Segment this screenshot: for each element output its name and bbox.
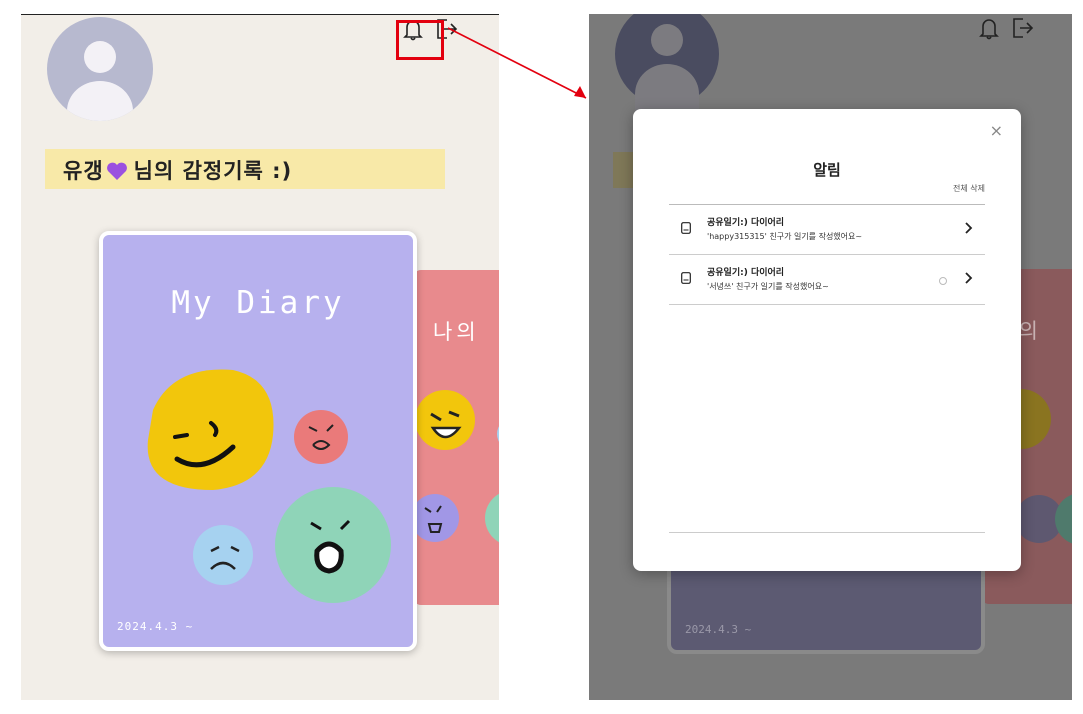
profile-avatar[interactable] — [47, 17, 153, 121]
second-diary-card[interactable]: 나의 — [413, 270, 499, 605]
notification-body: '서녕쓰' 친구가 일기를 작성했어요~ — [707, 282, 829, 291]
chevron-right-icon — [965, 272, 973, 284]
document-icon — [681, 272, 691, 284]
greeting-text: 유갱 님의 감정기록 :) — [63, 155, 292, 185]
greeting-name: 유갱 — [63, 159, 104, 183]
greeting-suffix: 님의 감정기록 :) — [133, 159, 293, 183]
top-icons-dimmed — [976, 14, 1036, 42]
profile-avatar-dimmed — [615, 14, 719, 124]
heart-icon — [106, 162, 127, 180]
notification-modal: × 알림 전체 삭제 공유일기:) 다이어리 'happy315315' 친구가… — [633, 109, 1021, 571]
emotion-faces — [147, 369, 391, 603]
second-card-faces — [415, 390, 499, 543]
bell-highlight-box — [396, 20, 444, 60]
bell-icon[interactable] — [976, 14, 1002, 42]
notification-title: 공유일기:) 다이어리 — [707, 268, 785, 278]
loading-indicator — [939, 277, 947, 285]
chevron-right-icon — [965, 222, 973, 234]
second-card-title: 나의 — [433, 320, 480, 344]
notification-title: 공유일기:) 다이어리 — [707, 218, 785, 228]
logout-icon[interactable] — [1010, 14, 1036, 42]
diary-date: 2024.4.3 ~ — [117, 620, 194, 633]
notification-item[interactable]: 공유일기:) 다이어리 'happy315315' 친구가 일기를 작성했어요~ — [669, 205, 985, 255]
notification-list: 공유일기:) 다이어리 'happy315315' 친구가 일기를 작성했어요~… — [669, 204, 985, 305]
right-screen: -의 2024.4.3 ~ × 알림 전체 삭제 공유일기:) 다이어리 'ha… — [589, 14, 1072, 700]
my-diary-card[interactable]: My Diary 2024.4.3 ~ — [99, 231, 417, 651]
diary-date-dimmed: 2024.4.3 ~ — [685, 623, 752, 636]
comparison-stage: 유갱 님의 감정기록 :) 나의 My Diary 2024.4.3 ~ -의 … — [0, 0, 1083, 714]
notification-item[interactable]: 공유일기:) 다이어리 '서녕쓰' 친구가 일기를 작성했어요~ — [669, 255, 985, 305]
modal-title: 알림 — [813, 161, 841, 179]
close-icon[interactable]: × — [990, 123, 1003, 139]
notification-body: 'happy315315' 친구가 일기를 작성했어요~ — [707, 232, 863, 241]
left-screen: 유갱 님의 감정기록 :) 나의 My Diary 2024.4.3 ~ — [21, 14, 499, 700]
document-icon — [681, 222, 691, 234]
modal-bottom-divider — [669, 532, 985, 533]
delete-all-button[interactable]: 전체 삭제 — [953, 183, 985, 194]
diary-title: My Diary — [171, 285, 345, 321]
